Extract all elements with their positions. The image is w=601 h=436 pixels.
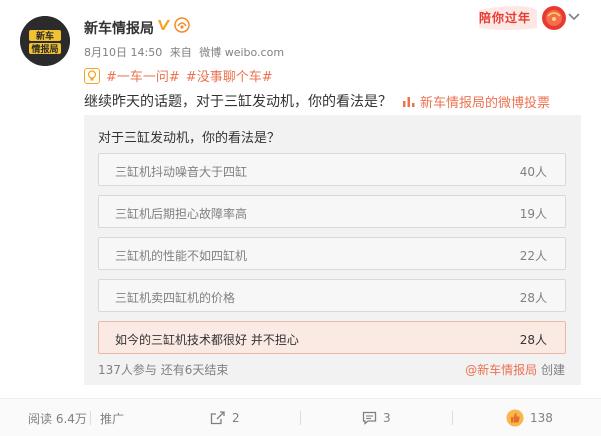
- svg-text:情报局: 情报局: [30, 43, 58, 55]
- fan-badge-icon[interactable]: [174, 17, 190, 33]
- poll-creator-link[interactable]: @新车情报局: [465, 363, 537, 377]
- poll-option-count: 22人: [519, 249, 547, 263]
- poll-option-count: 40人: [519, 165, 547, 179]
- topic-lightbulb-icon: [84, 67, 100, 84]
- comment-count: 3: [383, 411, 391, 425]
- divider: [452, 411, 453, 425]
- topic-row: #一车一问# #没事聊个车#: [84, 66, 279, 85]
- author-name[interactable]: 新车情报局: [84, 18, 154, 38]
- poll-card: 对于三缸发动机，你的看法是？ 三缸机抖动噪音大于四缸 40人 三缸机后期担心故障…: [84, 115, 581, 385]
- topic-link-2[interactable]: #没事聊个车#: [186, 66, 273, 85]
- poll-option-label: 三缸机的性能不如四缸机: [115, 249, 248, 263]
- festive-banner-text: 陪你过年: [479, 11, 532, 25]
- post-meta: 8月10日 14:50 来自 微博 weibo.com: [84, 44, 288, 60]
- poll-option-label: 如今的三缸机技术都很好 并不担心: [115, 333, 299, 347]
- svg-text:新车: 新车: [36, 30, 54, 42]
- poll-option-2[interactable]: 三缸机后期担心故障率高 19人: [98, 195, 566, 228]
- vote-chart-icon: [403, 96, 415, 107]
- poll-option-count: 28人: [519, 291, 547, 305]
- divider: [300, 411, 301, 425]
- verified-v-icon: [158, 20, 170, 30]
- weibo-vote-link[interactable]: 新车情报局的微博投票: [402, 92, 550, 111]
- topic-link-1[interactable]: #一车一问#: [106, 66, 180, 85]
- like-thumb-icon: [506, 409, 524, 427]
- poll-option-4[interactable]: 三缸机卖四缸机的价格 28人: [98, 279, 566, 312]
- poll-option-count: 28人: [519, 333, 547, 347]
- read-count: 阅读 6.4万: [28, 411, 87, 426]
- post-source-prefix: 来自: [169, 46, 192, 59]
- comment-icon: [362, 411, 377, 425]
- chevron-down-icon[interactable]: [567, 12, 581, 22]
- poll-option-label: 三缸机后期担心故障率高: [115, 207, 248, 221]
- post-source[interactable]: 微博 weibo.com: [199, 46, 284, 59]
- poll-creator: @新车情报局 创建: [465, 361, 565, 378]
- poll-option-3[interactable]: 三缸机的性能不如四缸机 22人: [98, 237, 566, 270]
- post-date[interactable]: 8月10日 14:50: [84, 46, 162, 59]
- comment-button[interactable]: 3: [362, 399, 391, 436]
- repost-count: 2: [232, 411, 240, 425]
- divider: [90, 411, 91, 425]
- poll-summary: 137人参与 还有6天结束: [98, 363, 229, 377]
- poll-option-label: 三缸机抖动噪音大于四缸: [115, 165, 248, 179]
- poll-question: 对于三缸发动机，你的看法是？: [98, 131, 281, 146]
- poll-option-5-selected[interactable]: 如今的三缸机技术都很好 并不担心 28人: [98, 321, 566, 354]
- like-count: 138: [530, 411, 553, 425]
- repost-icon: [210, 411, 225, 425]
- poll-option-label: 三缸机卖四缸机的价格: [115, 291, 236, 305]
- repost-button[interactable]: 2: [210, 399, 240, 436]
- promote-button[interactable]: 推广: [100, 399, 124, 436]
- action-bar: 阅读 6.4万 推广 2 3 138: [0, 398, 601, 436]
- like-button[interactable]: 138: [506, 399, 553, 436]
- weibo-vote-link-label[interactable]: 新车情报局的微博投票: [420, 92, 550, 111]
- poll-option-count: 19人: [519, 207, 547, 221]
- poll-option-1[interactable]: 三缸机抖动噪音大于四缸 40人: [98, 153, 566, 186]
- post-text: 继续昨天的话题，对于三缸发动机，你的看法是？: [84, 94, 392, 110]
- author-avatar[interactable]: 新车 情报局: [20, 16, 70, 66]
- poll-creator-suffix: 创建: [540, 363, 565, 377]
